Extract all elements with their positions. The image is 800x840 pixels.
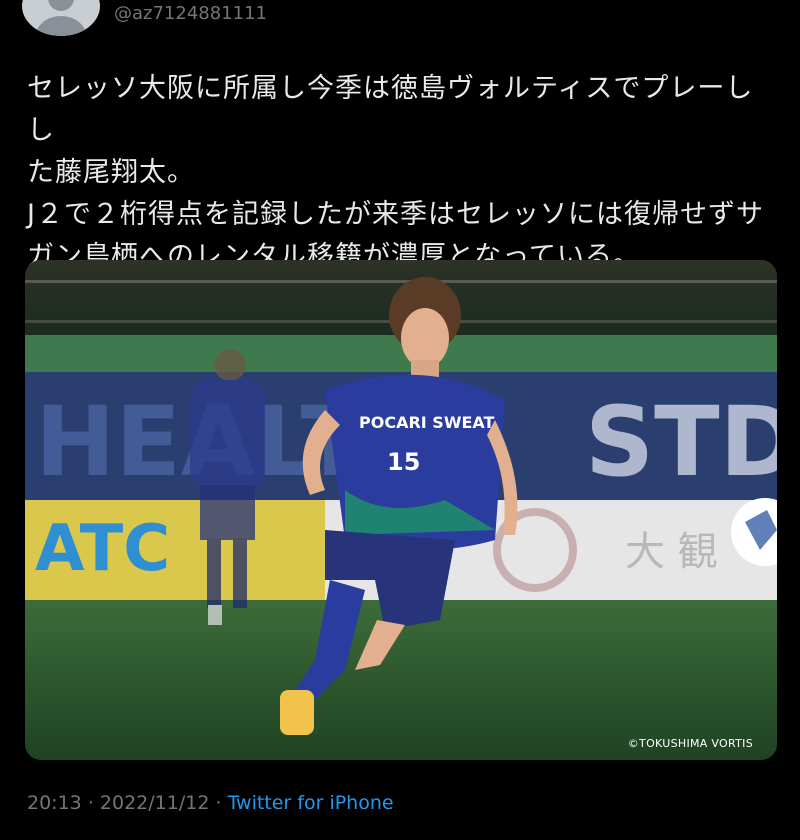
svg-text:STD: STD — [585, 386, 777, 498]
user-handle[interactable]: @az7124881111 — [114, 3, 267, 24]
tweet-header: @az7124881111 — [0, 0, 800, 60]
soccer-player-photo: HEALTH STD ATC 大 観 POCARI SWEAT 15 — [25, 260, 777, 760]
tweet-photo[interactable]: HEALTH STD ATC 大 観 POCARI SWEAT 15 — [25, 260, 777, 760]
jersey-number: 15 — [387, 448, 420, 476]
tweet-date[interactable]: 2022/11/12 — [100, 792, 210, 814]
photo-credit: ©TOKUSHIMA VORTIS — [627, 737, 753, 750]
tweet-text: セレッソ大阪に所属し今季は徳島ヴォルティスでプレーしし た藤尾翔太。 J２で２桁… — [27, 68, 777, 278]
avatar[interactable] — [22, 0, 100, 36]
jersey-sponsor-text: POCARI SWEAT — [359, 413, 495, 432]
separator: · — [87, 792, 94, 814]
tweet-text-line: J２で２桁得点を記録したが来季はセレッソには復帰せずサ — [27, 199, 764, 230]
tweet-time[interactable]: 20:13 — [27, 792, 82, 814]
tweet-text-line: た藤尾翔太。 — [27, 157, 195, 188]
svg-text:ATC: ATC — [35, 512, 170, 586]
tweet-metadata: 20:13 · 2022/11/12 · Twitter for iPhone — [27, 792, 394, 814]
separator: · — [215, 792, 222, 814]
svg-text:大 観: 大 観 — [625, 529, 718, 575]
tweet-source-link[interactable]: Twitter for iPhone — [228, 792, 394, 814]
tweet-text-line: セレッソ大阪に所属し今季は徳島ヴォルティスでプレーしし — [27, 73, 754, 146]
